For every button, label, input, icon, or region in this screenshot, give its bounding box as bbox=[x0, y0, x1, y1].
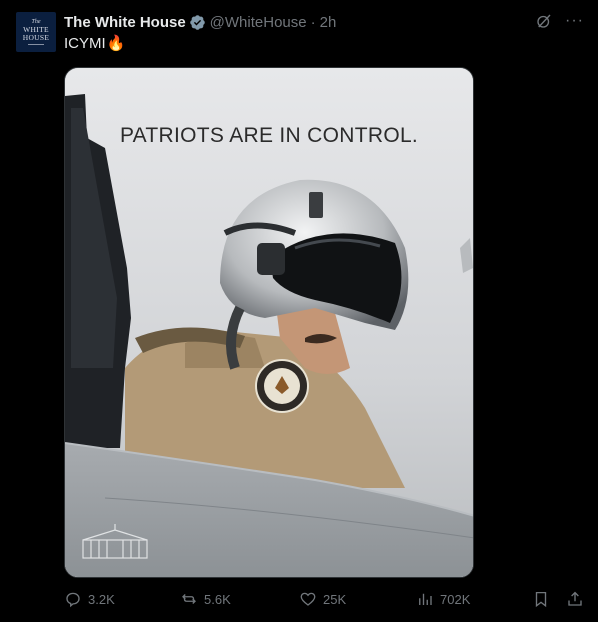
repost-count: 5.6K bbox=[204, 591, 231, 607]
verified-badge-icon[interactable] bbox=[189, 14, 206, 31]
avatar-text-house: HOUSE bbox=[22, 33, 50, 42]
engagement-bar: 3.2K 5.6K 25K 702K bbox=[64, 590, 584, 612]
heart-icon bbox=[300, 592, 316, 606]
tweet-text-body: ICYMI bbox=[64, 34, 106, 52]
like-button[interactable]: 25K bbox=[299, 590, 346, 608]
tweet-image[interactable]: PATRIOTS ARE IN CONTROL. bbox=[64, 67, 474, 578]
views-count: 702K bbox=[440, 591, 471, 607]
top-actions: ··· bbox=[535, 12, 584, 30]
reply-button[interactable]: 3.2K bbox=[64, 590, 115, 608]
repost-button[interactable]: 5.6K bbox=[180, 590, 231, 608]
image-headline: PATRIOTS ARE IN CONTROL. bbox=[119, 124, 419, 147]
avatar-rule bbox=[28, 44, 44, 45]
share-icon bbox=[568, 591, 582, 606]
fire-emoji-icon: 🔥 bbox=[106, 35, 126, 52]
grok-icon[interactable] bbox=[535, 12, 553, 30]
more-options-icon[interactable]: ··· bbox=[565, 12, 584, 30]
tweet-text: ICYMI 🔥 bbox=[64, 34, 126, 53]
reply-icon bbox=[66, 592, 80, 608]
tweet-header: The White House @WhiteHouse · 2h bbox=[64, 12, 336, 32]
share-button[interactable] bbox=[566, 590, 584, 608]
display-name[interactable]: The White House bbox=[64, 14, 186, 31]
timestamp[interactable]: 2h bbox=[320, 14, 337, 31]
views-bar-chart-icon bbox=[419, 593, 432, 605]
repost-icon bbox=[182, 594, 196, 604]
reply-count: 3.2K bbox=[88, 591, 115, 607]
bookmark-button[interactable] bbox=[532, 590, 550, 608]
separator-dot: · bbox=[310, 13, 316, 31]
handle[interactable]: @WhiteHouse bbox=[210, 14, 307, 31]
like-count: 25K bbox=[323, 591, 347, 607]
avatar[interactable]: The WHITE HOUSE bbox=[16, 12, 56, 52]
bookmark-icon bbox=[535, 591, 547, 608]
views-button[interactable]: 702K bbox=[416, 590, 470, 608]
